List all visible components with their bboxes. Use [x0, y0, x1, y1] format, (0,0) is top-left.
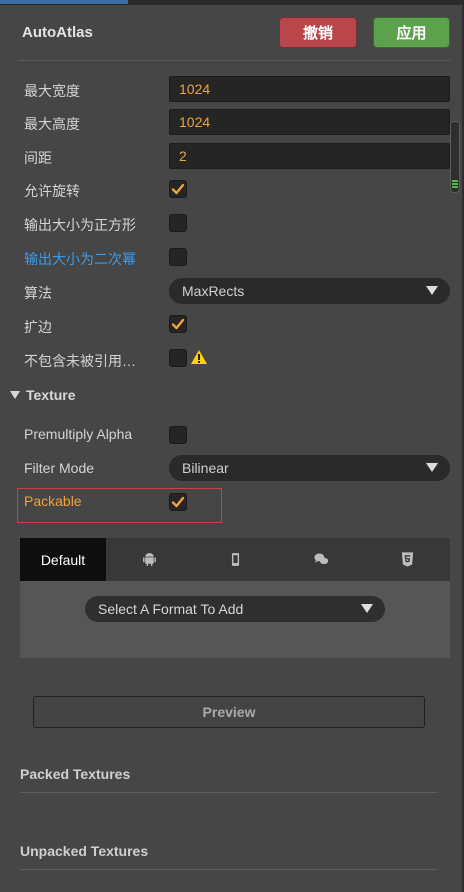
padding-bleed-checkbox[interactable]: [169, 315, 187, 333]
max-height-label: 最大高度: [24, 116, 80, 132]
packable-label: Packable: [24, 493, 82, 509]
padding-input[interactable]: 2: [169, 143, 450, 169]
tab-web[interactable]: [364, 538, 450, 581]
filter-unused-checkbox[interactable]: [169, 349, 187, 367]
unpacked-textures-divider: [20, 869, 437, 870]
max-width-label: 最大宽度: [24, 83, 80, 99]
tab-wechat[interactable]: [278, 538, 364, 581]
algorithm-value: MaxRects: [182, 283, 245, 299]
power-of-two-label: 输出大小为二次幂: [24, 251, 136, 267]
scrollbar[interactable]: [450, 121, 460, 193]
force-square-label: 输出大小为正方形: [24, 217, 136, 233]
html5-icon: [401, 552, 413, 567]
filter-unused-label: 不包含未被引用…: [24, 353, 136, 369]
tab-ios[interactable]: [192, 538, 278, 581]
android-icon: [142, 553, 156, 566]
revert-button[interactable]: 撤销: [279, 17, 357, 48]
filter-mode-label: Filter Mode: [24, 460, 95, 476]
allow-rotation-label: 允许旋转: [24, 183, 80, 199]
unpacked-textures-title: Unpacked Textures: [20, 843, 149, 859]
checkmark-icon: [171, 318, 185, 330]
chevron-down-icon: [426, 463, 438, 472]
tab-android[interactable]: [106, 538, 192, 581]
texture-section-header[interactable]: Texture: [10, 387, 76, 403]
checkmark-icon: [171, 496, 185, 508]
scroll-grip[interactable]: [452, 180, 458, 189]
collapse-triangle-icon: [10, 391, 20, 399]
premultiply-alpha-checkbox[interactable]: [169, 426, 187, 444]
algorithm-select[interactable]: MaxRects: [169, 278, 450, 304]
tab-default-label: Default: [40, 551, 86, 568]
padding-bleed-label: 扩边: [24, 319, 52, 335]
chevron-down-icon: [361, 604, 373, 613]
padding-label: 间距: [24, 150, 52, 166]
chat-icon: [313, 553, 328, 565]
packed-textures-divider: [20, 792, 437, 793]
packable-checkbox[interactable]: [169, 493, 187, 511]
max-width-input[interactable]: 1024: [169, 76, 450, 102]
power-of-two-checkbox[interactable]: [169, 248, 187, 266]
active-panel-tab[interactable]: [0, 0, 128, 4]
packed-textures-title: Packed Textures: [20, 766, 131, 782]
algorithm-label: 算法: [24, 285, 52, 301]
preview-button[interactable]: Preview: [33, 696, 425, 728]
texture-section-title: Texture: [26, 387, 76, 403]
header-divider: [18, 60, 450, 61]
asset-title: AutoAtlas: [22, 24, 93, 41]
format-placeholder: Select A Format To Add: [98, 601, 244, 617]
chevron-down-icon: [426, 286, 438, 295]
force-square-checkbox[interactable]: [169, 214, 187, 232]
warning-icon[interactable]: [190, 349, 208, 365]
format-select[interactable]: Select A Format To Add: [85, 596, 385, 622]
allow-rotation-checkbox[interactable]: [169, 180, 187, 198]
platform-tabs: Default: [20, 538, 450, 581]
tab-default[interactable]: Default: [20, 538, 106, 581]
max-height-input[interactable]: 1024: [169, 109, 450, 135]
mobile-icon: [231, 553, 239, 566]
premultiply-alpha-label: Premultiply Alpha: [24, 426, 133, 442]
filter-mode-value: Bilinear: [182, 460, 229, 476]
checkmark-icon: [171, 183, 185, 195]
filter-mode-select[interactable]: Bilinear: [169, 455, 450, 481]
apply-button[interactable]: 应用: [373, 17, 450, 48]
